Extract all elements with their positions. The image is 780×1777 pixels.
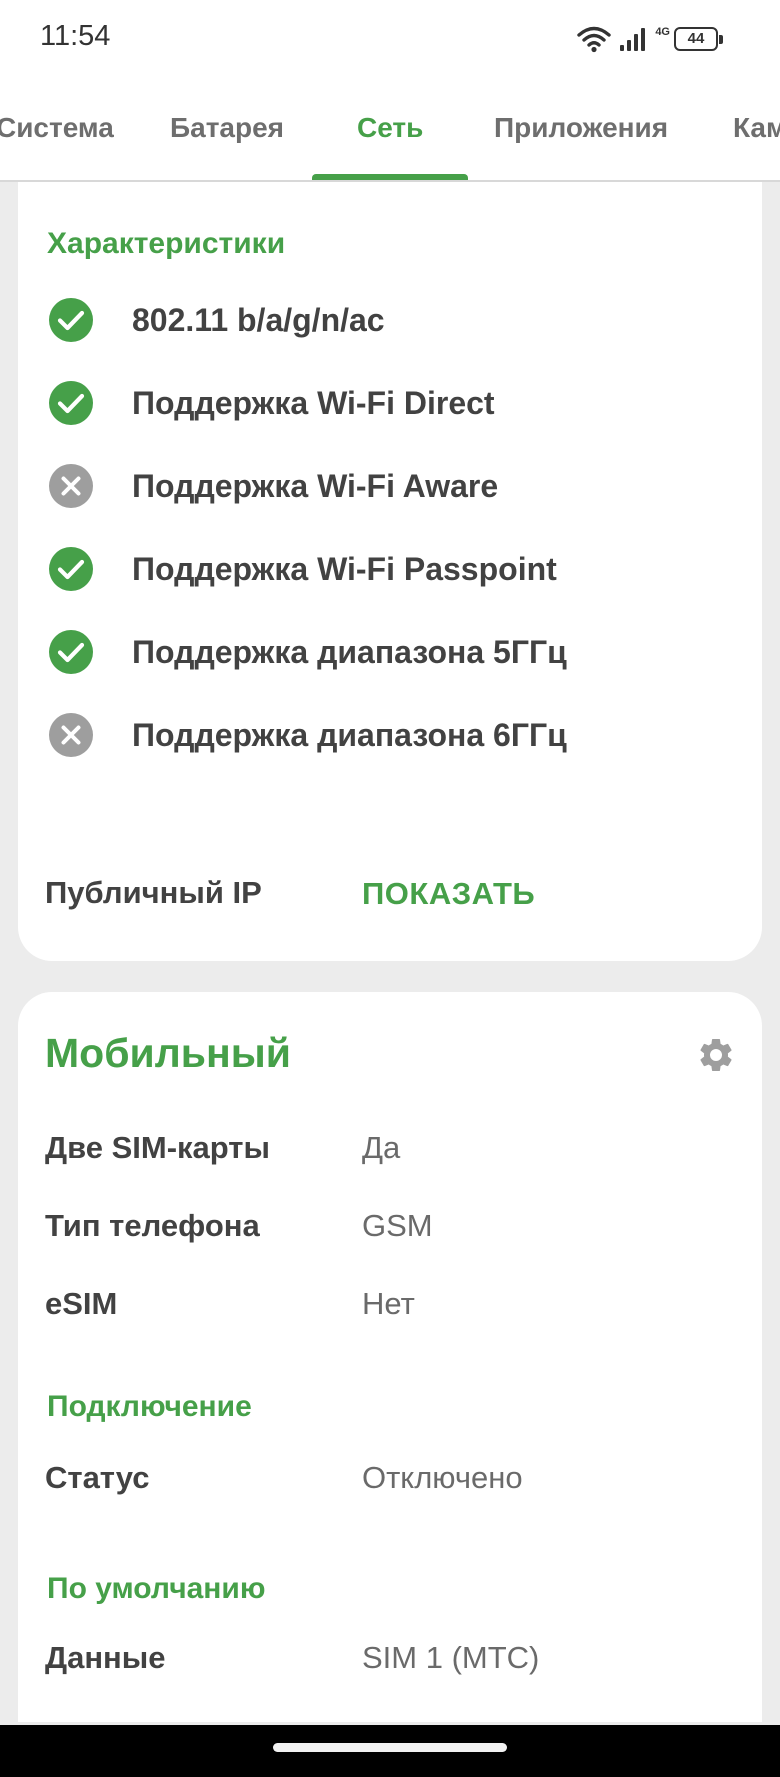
feature-label: Поддержка диапазона 5ГГц — [132, 633, 567, 670]
tab-battery[interactable]: Батарея — [170, 112, 284, 144]
phone-type-value: GSM — [362, 1208, 433, 1243]
data-sim-label: Данные — [45, 1640, 166, 1675]
signal-icon — [620, 28, 646, 51]
esim-label: eSIM — [45, 1286, 118, 1321]
show-public-ip-button[interactable]: ПОКАЗАТЬ — [362, 876, 535, 912]
mobile-card: Мобильный Две SIM-карты Да Тип телефона … — [18, 992, 762, 1722]
network-type-label: 4G — [655, 26, 670, 38]
feature-item: Поддержка диапазона 6ГГц — [48, 712, 567, 758]
check-circle-icon — [49, 630, 93, 674]
cross-circle-icon — [49, 464, 93, 508]
check-circle-icon — [49, 547, 93, 591]
connection-title: Подключение — [47, 1390, 252, 1423]
feature-label: Поддержка Wi-Fi Passpoint — [132, 550, 557, 587]
cross-circle-icon — [49, 713, 93, 757]
active-tab-indicator — [312, 174, 468, 180]
feature-label: Поддержка Wi-Fi Direct — [132, 384, 495, 421]
check-circle-icon — [49, 381, 93, 425]
tab-bar: Система Батарея Сеть Приложения Кам — [0, 78, 780, 182]
feature-label: Поддержка Wi-Fi Aware — [132, 467, 499, 504]
status-icons: 4G 44 — [577, 22, 723, 56]
feature-label: 802.11 b/a/g/n/ac — [132, 301, 385, 338]
wifi-card: Характеристики 802.11 b/a/g/n/ac Поддерж… — [18, 182, 762, 961]
check-circle-icon — [49, 298, 93, 342]
status-value: Отключено — [362, 1460, 523, 1495]
gear-icon[interactable] — [696, 1035, 736, 1075]
status-bar: 11:54 4G 44 — [0, 0, 780, 78]
tab-apps[interactable]: Приложения — [494, 112, 668, 144]
dual-sim-value: Да — [362, 1130, 401, 1165]
feature-item: Поддержка Wi-Fi Direct — [48, 380, 495, 426]
clock: 11:54 — [40, 20, 111, 52]
feature-item: 802.11 b/a/g/n/ac — [48, 297, 385, 343]
home-gesture-handle[interactable] — [273, 1743, 507, 1752]
feature-label: Поддержка диапазона 6ГГц — [132, 716, 567, 753]
battery-level: 44 — [687, 30, 705, 47]
feature-item: Поддержка Wi-Fi Passpoint — [48, 546, 557, 592]
data-sim-value: SIM 1 (МТС) — [362, 1640, 540, 1675]
feature-item: Поддержка диапазона 5ГГц — [48, 629, 567, 675]
wifi-icon — [577, 26, 612, 53]
dual-sim-label: Две SIM-карты — [45, 1130, 270, 1165]
phone-type-label: Тип телефона — [45, 1208, 260, 1243]
tab-camera[interactable]: Кам — [733, 112, 780, 144]
status-label: Статус — [45, 1460, 150, 1495]
navigation-bar — [0, 1725, 780, 1777]
esim-value: Нет — [362, 1286, 415, 1321]
battery-icon: 44 — [674, 27, 723, 51]
public-ip-label: Публичный IP — [45, 875, 262, 910]
feature-item: Поддержка Wi-Fi Aware — [48, 463, 498, 509]
default-title: По умолчанию — [47, 1572, 266, 1605]
characteristics-title: Характеристики — [47, 227, 286, 260]
tab-network[interactable]: Сеть — [357, 112, 423, 144]
tab-system[interactable]: Система — [0, 112, 114, 144]
mobile-title: Мобильный — [45, 1030, 291, 1076]
